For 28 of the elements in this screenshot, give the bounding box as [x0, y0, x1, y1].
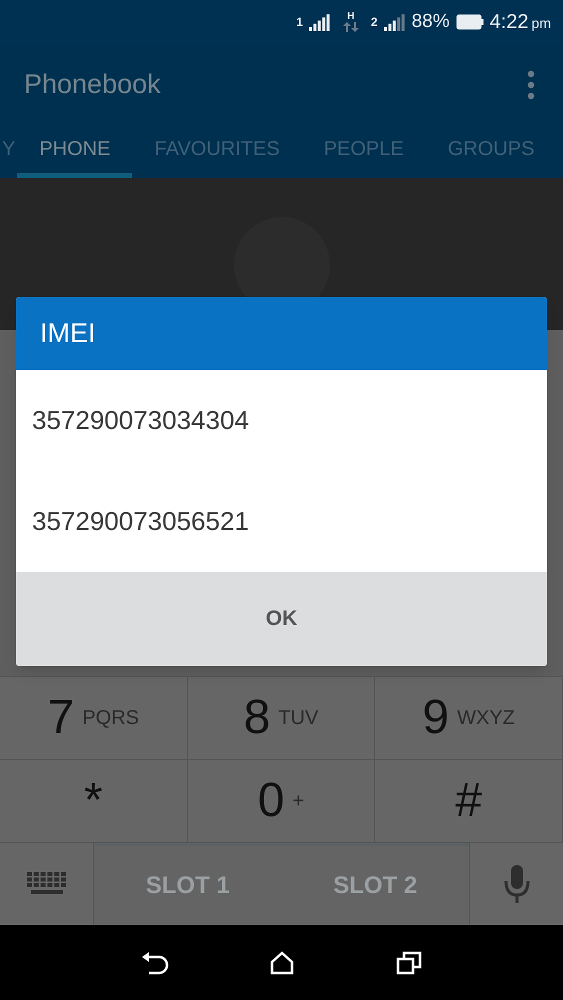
tab[interactable]: PEOPLE — [302, 125, 426, 178]
home-icon[interactable] — [270, 950, 294, 974]
dial-key[interactable]: # — [375, 759, 563, 842]
back-icon[interactable] — [140, 950, 169, 974]
dialog-title: IMEI — [40, 317, 96, 350]
overflow-menu-icon[interactable] — [527, 70, 535, 100]
battery-percent: 88% — [412, 10, 450, 34]
dial-key[interactable]: 0 + — [188, 759, 376, 842]
signal-icon — [384, 13, 406, 31]
tab[interactable]: FAVOURITES — [132, 125, 302, 178]
ok-button[interactable]: OK — [16, 572, 547, 666]
clock-time: 4:22 — [490, 10, 529, 35]
battery-icon — [456, 14, 484, 30]
imei-number: 357290073056521 — [31, 505, 250, 538]
recent-apps-icon[interactable] — [396, 950, 422, 974]
network-type: H — [347, 12, 354, 22]
app-title: Phonebook — [24, 68, 161, 102]
sim-label: 1 — [296, 14, 303, 31]
signal-icon — [308, 13, 331, 31]
sim-label: 2 — [370, 14, 378, 31]
keyboard-icon[interactable] — [26, 872, 66, 896]
data-arrows-icon — [342, 22, 359, 32]
microphone-icon[interactable] — [502, 865, 530, 903]
tab[interactable]: GROUPS — [426, 125, 556, 178]
dial-key[interactable]: * — [0, 759, 188, 842]
imei-number: 357290073034304 — [31, 404, 250, 437]
tab[interactable]: Y — [0, 125, 18, 178]
clock-ampm: pm — [532, 14, 551, 33]
